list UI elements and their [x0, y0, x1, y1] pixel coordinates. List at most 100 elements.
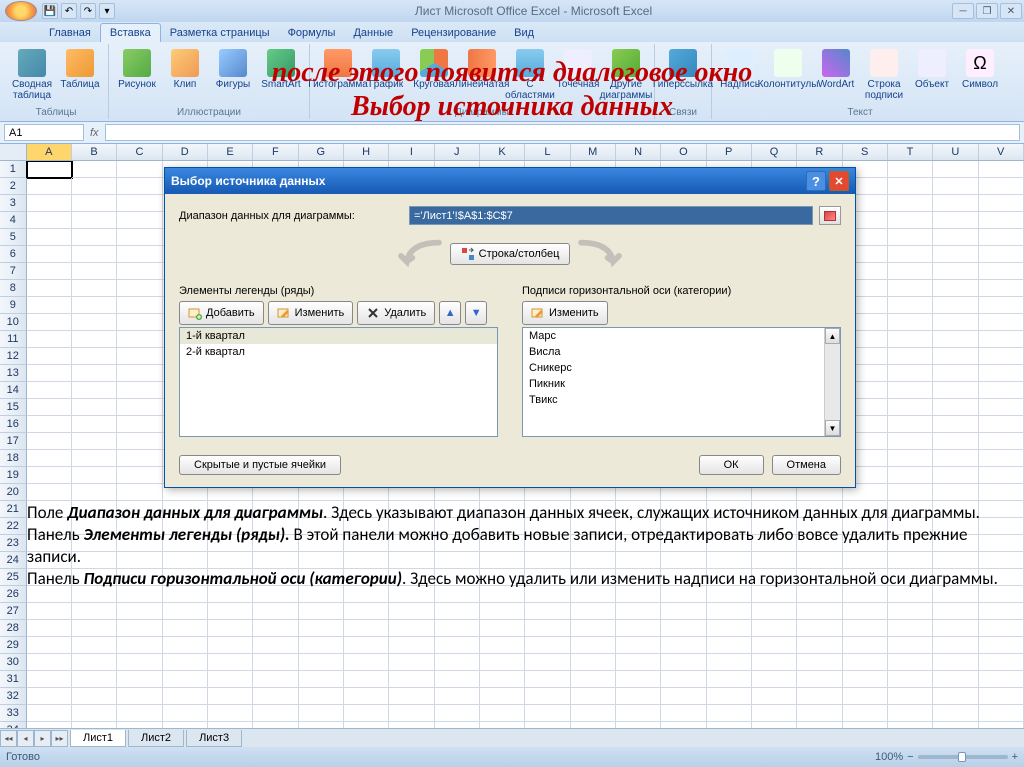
cell[interactable] — [435, 671, 480, 688]
cell[interactable] — [480, 705, 525, 722]
list-item[interactable]: Твикс — [523, 392, 840, 408]
cell[interactable] — [571, 688, 616, 705]
cell[interactable] — [435, 603, 480, 620]
cell[interactable] — [72, 161, 117, 178]
cell[interactable] — [843, 671, 888, 688]
cell[interactable] — [933, 467, 978, 484]
cell[interactable] — [933, 399, 978, 416]
cell[interactable] — [72, 688, 117, 705]
cell[interactable] — [979, 654, 1024, 671]
switch-row-column-button[interactable]: Строка/столбец — [450, 243, 571, 265]
tab-insert[interactable]: Вставка — [100, 23, 161, 42]
cell[interactable] — [888, 280, 933, 297]
cell[interactable] — [435, 637, 480, 654]
cell[interactable] — [571, 654, 616, 671]
cell[interactable] — [979, 450, 1024, 467]
cell[interactable] — [27, 246, 72, 263]
cell[interactable] — [253, 637, 298, 654]
cell[interactable] — [525, 654, 570, 671]
cell[interactable] — [27, 620, 72, 637]
row-header[interactable]: 30 — [0, 654, 27, 671]
cell[interactable] — [389, 688, 434, 705]
cell[interactable] — [27, 603, 72, 620]
cell[interactable] — [843, 637, 888, 654]
cell[interactable] — [208, 688, 253, 705]
cell[interactable] — [208, 654, 253, 671]
row-header[interactable]: 25 — [0, 569, 27, 586]
cell[interactable] — [253, 671, 298, 688]
cell[interactable] — [72, 348, 117, 365]
cell[interactable] — [344, 654, 389, 671]
row-header[interactable]: 14 — [0, 382, 27, 399]
qat-undo-icon[interactable]: ↶ — [61, 3, 77, 19]
list-item[interactable]: Висла — [523, 344, 840, 360]
edit-series-button[interactable]: Изменить — [268, 301, 354, 325]
cell[interactable] — [299, 603, 344, 620]
cell[interactable] — [117, 467, 162, 484]
edit-category-button[interactable]: Изменить — [522, 301, 608, 325]
cell[interactable] — [933, 688, 978, 705]
cell[interactable] — [979, 467, 1024, 484]
tab-view[interactable]: Вид — [505, 24, 543, 42]
cell[interactable] — [933, 433, 978, 450]
cell[interactable] — [707, 705, 752, 722]
cell[interactable] — [888, 467, 933, 484]
cell[interactable] — [117, 246, 162, 263]
scrollbar[interactable]: ▲ ▼ — [824, 328, 840, 436]
cell[interactable] — [797, 603, 842, 620]
cell[interactable] — [117, 484, 162, 501]
wordart-button[interactable]: WordArt — [814, 47, 858, 92]
select-all-corner[interactable] — [0, 144, 27, 160]
cell[interactable] — [752, 654, 797, 671]
column-header[interactable]: L — [525, 144, 570, 160]
cell[interactable] — [979, 620, 1024, 637]
cell[interactable] — [117, 671, 162, 688]
cell[interactable] — [27, 263, 72, 280]
cell[interactable] — [933, 654, 978, 671]
cell[interactable] — [933, 331, 978, 348]
cell[interactable] — [616, 637, 661, 654]
cell[interactable] — [933, 161, 978, 178]
cell[interactable] — [253, 603, 298, 620]
cell[interactable] — [27, 705, 72, 722]
cell[interactable] — [389, 705, 434, 722]
cell[interactable] — [797, 688, 842, 705]
cell[interactable] — [163, 671, 208, 688]
cell[interactable] — [979, 416, 1024, 433]
cell[interactable] — [27, 178, 72, 195]
cell[interactable] — [117, 450, 162, 467]
cell[interactable] — [979, 399, 1024, 416]
cell[interactable] — [27, 331, 72, 348]
cell[interactable] — [888, 654, 933, 671]
cell[interactable] — [72, 212, 117, 229]
row-header[interactable]: 3 — [0, 195, 27, 212]
column-header[interactable]: O — [661, 144, 706, 160]
cell[interactable] — [72, 671, 117, 688]
row-header[interactable]: 13 — [0, 365, 27, 382]
tab-page-layout[interactable]: Разметка страницы — [161, 24, 279, 42]
cell[interactable] — [163, 654, 208, 671]
cell[interactable] — [752, 637, 797, 654]
cell[interactable] — [843, 603, 888, 620]
cell[interactable] — [888, 688, 933, 705]
cell[interactable] — [525, 603, 570, 620]
row-header[interactable]: 29 — [0, 637, 27, 654]
cell[interactable] — [707, 603, 752, 620]
row-header[interactable]: 7 — [0, 263, 27, 280]
cell[interactable] — [435, 688, 480, 705]
cell[interactable] — [707, 688, 752, 705]
cell[interactable] — [27, 365, 72, 382]
row-header[interactable]: 33 — [0, 705, 27, 722]
scatter-chart-button[interactable]: Точечная — [556, 47, 600, 92]
column-header[interactable]: T — [888, 144, 933, 160]
cell[interactable] — [27, 212, 72, 229]
cell[interactable] — [888, 484, 933, 501]
cell[interactable] — [888, 229, 933, 246]
cell[interactable] — [27, 280, 72, 297]
qat-save-icon[interactable]: 💾 — [42, 3, 58, 19]
cell[interactable] — [933, 603, 978, 620]
ok-button[interactable]: ОК — [699, 455, 764, 475]
cell[interactable] — [117, 297, 162, 314]
cell[interactable] — [72, 433, 117, 450]
qat-dropdown-icon[interactable]: ▾ — [99, 3, 115, 19]
